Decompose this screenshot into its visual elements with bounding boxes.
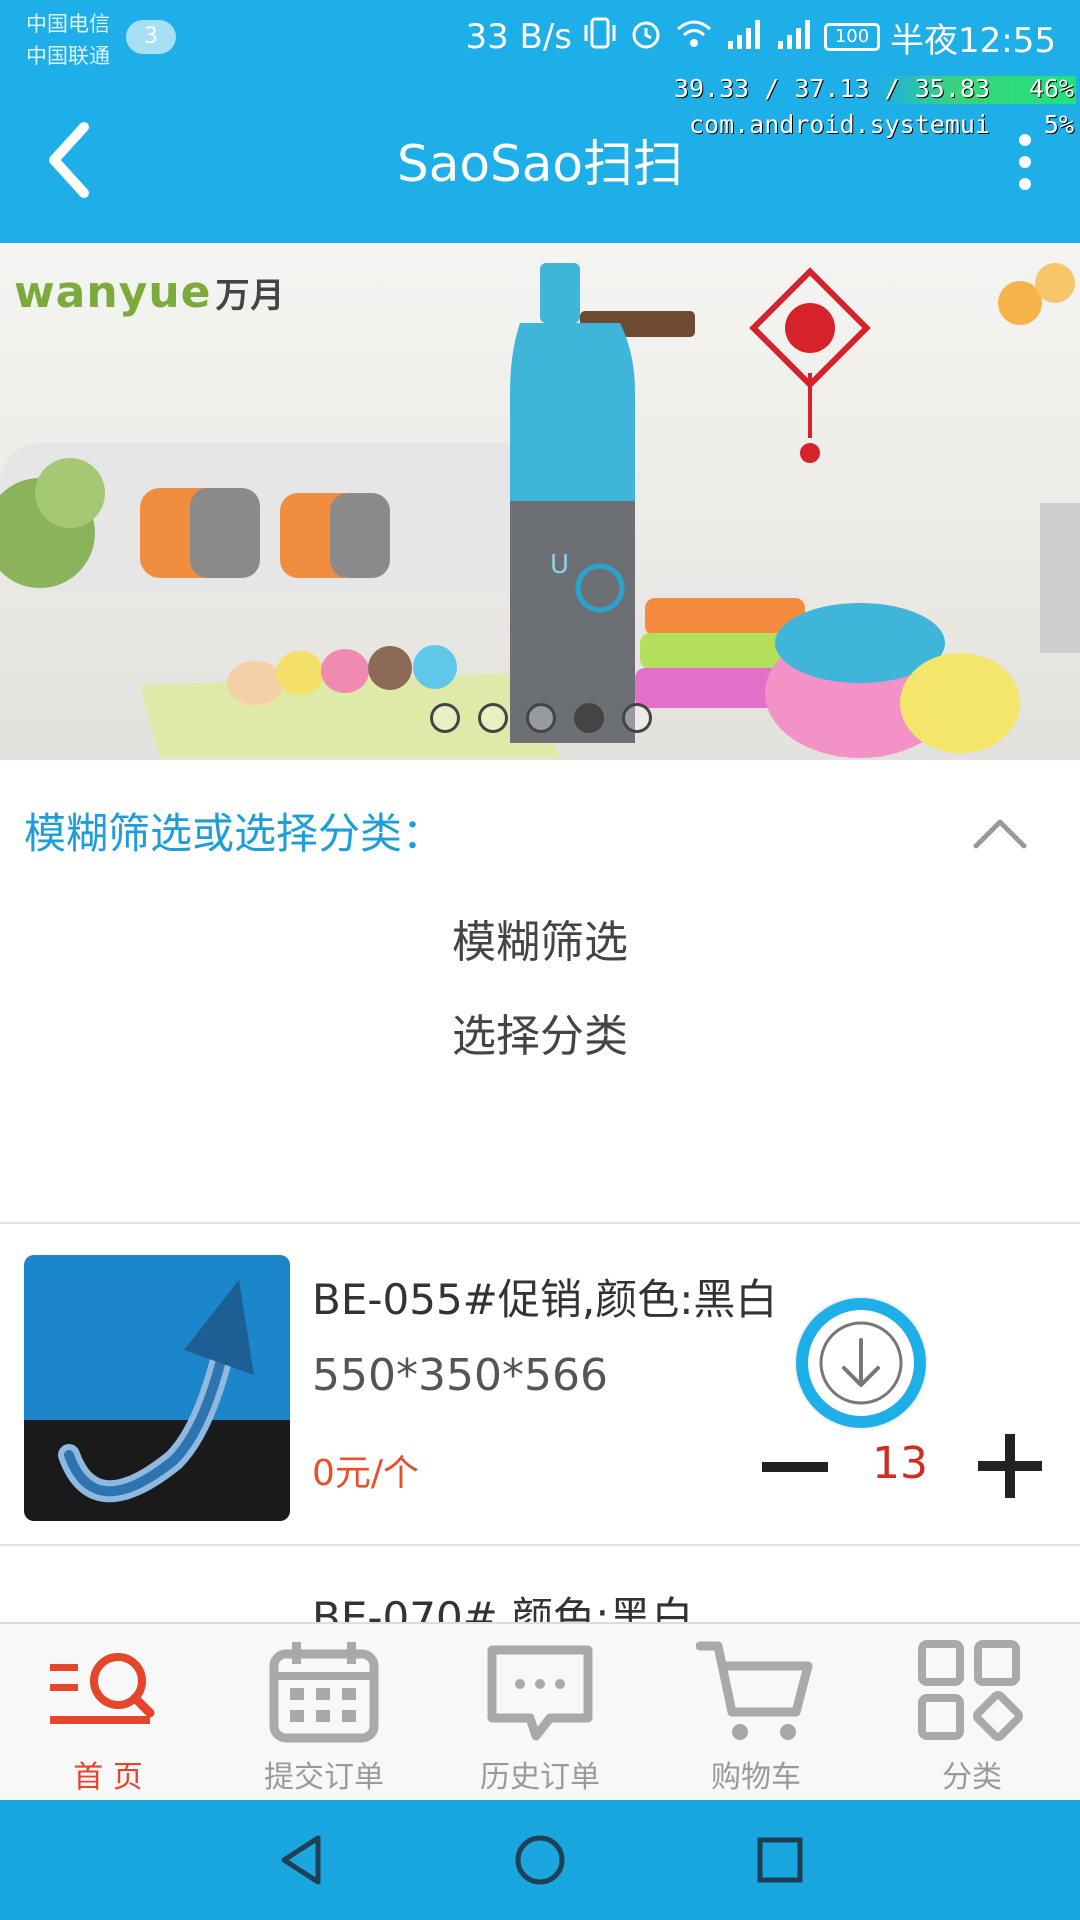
carrier-2: 中国联通 bbox=[26, 44, 110, 68]
page-title: SaoSao扫扫 bbox=[397, 135, 683, 193]
carousel-dot[interactable] bbox=[526, 703, 556, 733]
notification-badge: 3 bbox=[126, 20, 176, 54]
tab-label: 购物车 bbox=[711, 1760, 801, 1795]
tab-home[interactable]: 首 页 bbox=[0, 1624, 216, 1802]
tab-label: 提交订单 bbox=[264, 1760, 384, 1795]
nav-home-icon[interactable] bbox=[512, 1832, 568, 1888]
nav-back-icon[interactable] bbox=[274, 1832, 330, 1888]
fuzzy-filter-option[interactable]: 模糊筛选 bbox=[0, 906, 1080, 970]
cpu-load-text: 39.33 / 37.13 / 35.83 bbox=[673, 74, 990, 103]
filter-title: 模糊筛选或选择分类： bbox=[24, 809, 445, 858]
system-nav-bar bbox=[0, 1800, 1080, 1920]
carousel-indicator bbox=[430, 703, 652, 733]
bottom-tab-bar: 首 页 提交订单 历史订单 购物车 分类 bbox=[0, 1622, 1080, 1800]
collapse-button[interactable] bbox=[970, 808, 1030, 858]
status-time: 半夜12:55 bbox=[890, 20, 1056, 61]
product-name: BE-055#促销,颜色:黑白 bbox=[312, 1275, 778, 1324]
more-dot bbox=[1019, 156, 1031, 168]
tab-category[interactable]: 分类 bbox=[864, 1624, 1080, 1802]
select-category-option[interactable]: 选择分类 bbox=[0, 1000, 1080, 1064]
tab-label: 分类 bbox=[942, 1760, 1002, 1795]
signal-4g-icon bbox=[724, 15, 764, 60]
brand-logo: wanyue 万月 bbox=[14, 267, 286, 318]
net-speed: 33 B/s bbox=[465, 17, 573, 57]
wifi-icon bbox=[674, 15, 714, 60]
signal-2g-icon bbox=[774, 15, 814, 60]
product-row[interactable]: BE-070#,颜色:黑白 bbox=[0, 1546, 1080, 1622]
cpu-load-percent: 46% bbox=[1028, 74, 1074, 103]
alarm-icon bbox=[628, 15, 664, 60]
more-options-button[interactable] bbox=[1010, 128, 1040, 196]
tab-history-order[interactable]: 历史订单 bbox=[432, 1624, 648, 1802]
banner-carousel[interactable]: U wanyue 万月 bbox=[0, 243, 1080, 758]
carousel-dot[interactable] bbox=[478, 703, 508, 733]
vibrate-icon bbox=[582, 15, 618, 60]
product-name: BE-070#,颜色:黑白 bbox=[312, 1593, 694, 1622]
divider bbox=[0, 758, 1080, 760]
cart-icon bbox=[696, 1641, 813, 1740]
app-header: 中国电信 中国联通 3 33 B/s 100 半夜12:55 39.33 / 3… bbox=[0, 0, 1080, 243]
category-grid-icon bbox=[918, 1640, 1023, 1741]
chevron-up-icon bbox=[973, 819, 1027, 849]
battery-icon: 100 bbox=[824, 23, 881, 51]
product-price: 0元/个 bbox=[312, 1453, 420, 1494]
divider bbox=[0, 1222, 1080, 1224]
tab-label: 历史订单 bbox=[480, 1760, 600, 1795]
tab-label: 首 页 bbox=[73, 1760, 143, 1795]
decrease-quantity-button[interactable] bbox=[762, 1462, 828, 1472]
scroll-down-button[interactable] bbox=[796, 1298, 926, 1428]
tab-submit-order[interactable]: 提交订单 bbox=[216, 1624, 432, 1802]
quantity-value: 13 bbox=[872, 1438, 928, 1489]
calendar-icon bbox=[269, 1642, 379, 1743]
status-icons: 33 B/s 100 半夜12:55 bbox=[465, 12, 1056, 62]
tab-cart[interactable]: 购物车 bbox=[648, 1624, 864, 1802]
carousel-dot[interactable] bbox=[622, 703, 652, 733]
more-dot bbox=[1019, 178, 1031, 190]
svg-text:U: U bbox=[550, 550, 569, 580]
carrier-1: 中国电信 bbox=[26, 12, 110, 36]
chat-history-icon bbox=[487, 1645, 593, 1741]
carousel-dot-active[interactable] bbox=[574, 703, 604, 733]
carousel-dot[interactable] bbox=[430, 703, 460, 733]
more-dot bbox=[1019, 134, 1031, 146]
increase-quantity-button[interactable] bbox=[978, 1434, 1042, 1498]
arrow-logo-icon bbox=[24, 1255, 290, 1521]
nav-recents-icon[interactable] bbox=[752, 1832, 808, 1888]
arrow-down-icon bbox=[819, 1321, 903, 1405]
product-size: 550*350*566 bbox=[312, 1350, 608, 1401]
home-search-icon bbox=[50, 1653, 155, 1724]
product-image[interactable] bbox=[24, 1255, 290, 1521]
banner-image: U bbox=[0, 263, 1080, 758]
